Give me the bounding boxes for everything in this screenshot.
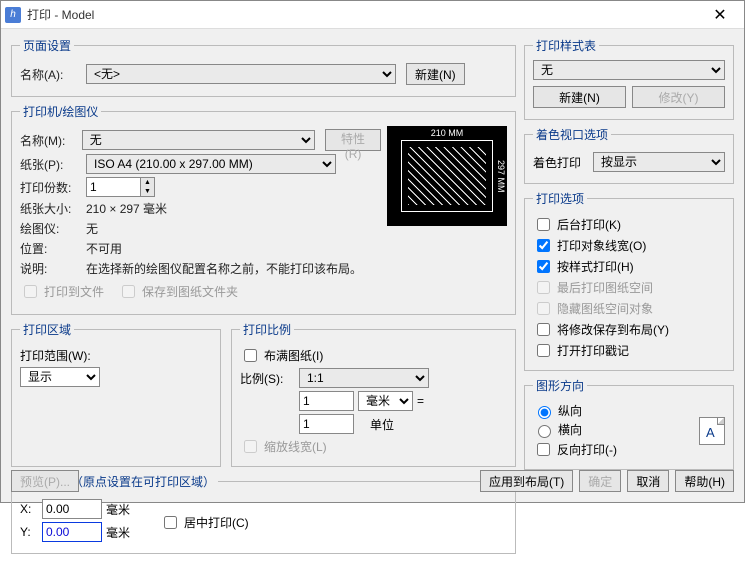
scale-group: 打印比例 布满图纸(I) 比例(S): 1:1 毫米 = <box>231 321 516 467</box>
pr-paper-select[interactable]: ISO A4 (210.00 x 297.00 MM) <box>86 154 336 174</box>
orient-reverse-check[interactable]: 反向打印(-) <box>533 440 617 459</box>
orient-group: 图形方向 纵向 横向 反向打印(-) A <box>524 377 734 470</box>
page-setup-legend: 页面设置 <box>20 37 74 54</box>
opt-save-layout-check[interactable]: 将修改保存到布局(Y) <box>533 320 725 339</box>
pr-name-select[interactable]: 无 <box>82 130 315 150</box>
scale-ratio-label: 比例(S): <box>240 370 295 387</box>
cancel-button[interactable]: 取消 <box>627 470 669 492</box>
style-select[interactable]: 无 <box>533 60 725 80</box>
spin-down-icon[interactable]: ▼ <box>141 187 154 196</box>
shade-label: 着色打印 <box>533 154 589 171</box>
offset-center-check[interactable]: 居中打印(C) <box>160 502 249 543</box>
pr-plotter-value: 无 <box>86 220 98 237</box>
paper-preview: 210 MM 297 MM <box>387 126 507 226</box>
scale-units-label: 单位 <box>370 416 394 433</box>
pr-tofile-check: 打印到文件 <box>20 282 104 301</box>
offset-y-input[interactable] <box>42 522 102 542</box>
pr-location-label: 位置: <box>20 240 82 257</box>
opt-background-check[interactable]: 后台打印(K) <box>533 215 725 234</box>
style-group: 打印样式表 无 新建(N) 修改(Y) <box>524 37 734 120</box>
printer-legend: 打印机/绘图仪 <box>20 103 101 120</box>
style-new-button[interactable]: 新建(N) <box>533 86 626 108</box>
offset-x-label: X: <box>20 502 38 516</box>
orient-legend: 图形方向 <box>533 377 587 394</box>
pr-savedwg-check: 保存到图纸文件夹 <box>118 282 238 301</box>
area-group: 打印区域 打印范围(W): 显示 <box>11 321 221 467</box>
orient-landscape-radio[interactable]: 横向 <box>533 421 617 438</box>
area-range-select[interactable]: 显示 <box>20 367 100 387</box>
preview-dim-top: 210 MM <box>401 128 493 138</box>
pr-plotter-label: 绘图仪: <box>20 220 82 237</box>
opt-stamp-check[interactable]: 打开打印戳记 <box>533 341 725 360</box>
preview-dim-right: 297 MM <box>496 140 506 212</box>
style-legend: 打印样式表 <box>533 37 599 54</box>
ps-new-button[interactable]: 新建(N) <box>406 63 465 85</box>
scale-unit-select[interactable]: 毫米 <box>358 391 413 411</box>
pr-paper-label: 纸张(P): <box>20 156 82 173</box>
pr-properties-button: 特性(R) <box>325 129 381 151</box>
scale-eq: = <box>417 394 424 408</box>
options-legend: 打印选项 <box>533 190 587 207</box>
scale-legend: 打印比例 <box>240 321 294 338</box>
offset-y-unit: 毫米 <box>106 524 130 541</box>
pr-size-value: 210 × 297 毫米 <box>86 200 167 217</box>
offset-x-unit: 毫米 <box>106 501 130 518</box>
ok-button: 确定 <box>579 470 621 492</box>
opt-lineweight-check[interactable]: 打印对象线宽(O) <box>533 236 725 255</box>
scale-num2-input[interactable] <box>299 414 354 434</box>
spin-up-icon[interactable]: ▲ <box>141 178 154 187</box>
offset-x-input[interactable] <box>42 499 102 519</box>
pr-copies-input[interactable] <box>86 177 141 197</box>
pr-copies-label: 打印份数: <box>20 179 82 196</box>
page-setup-group: 页面设置 名称(A): <无> 新建(N) <box>11 37 516 97</box>
pr-name-label: 名称(M): <box>20 132 78 149</box>
scale-fit-check[interactable]: 布满图纸(I) <box>240 346 507 365</box>
area-range-label: 打印范围(W): <box>20 347 91 364</box>
window-title: 打印 - Model <box>27 6 700 23</box>
shade-select[interactable]: 按显示 <box>593 152 725 172</box>
ps-name-select[interactable]: <无> <box>86 64 396 84</box>
shade-legend: 着色视口选项 <box>533 126 611 143</box>
pr-desc-label: 说明: <box>20 260 82 277</box>
orient-portrait-radio[interactable]: 纵向 <box>533 402 617 419</box>
help-button[interactable]: 帮助(H) <box>675 470 734 492</box>
scale-lw-check: 缩放线宽(L) <box>240 437 507 456</box>
preview-button: 预览(P)... <box>11 470 79 492</box>
shade-group: 着色视口选项 着色打印 按显示 <box>524 126 734 184</box>
area-legend: 打印区域 <box>20 321 74 338</box>
opt-hide-paperspace-check: 隐藏图纸空间对象 <box>533 299 725 318</box>
pr-location-value: 不可用 <box>86 240 122 257</box>
pr-desc-value: 在选择新的绘图仪配置名称之前，不能打印该布局。 <box>86 260 362 277</box>
ps-name-label: 名称(A): <box>20 66 82 83</box>
pr-size-label: 纸张大小: <box>20 200 82 217</box>
scale-ratio-select[interactable]: 1:1 <box>299 368 429 388</box>
scale-num1-input[interactable] <box>299 391 354 411</box>
app-icon: h <box>5 7 21 23</box>
opt-paperspace-last-check: 最后打印图纸空间 <box>533 278 725 297</box>
orientation-icon: A <box>699 417 725 445</box>
close-button[interactable]: ✕ <box>700 3 740 27</box>
offset-y-label: Y: <box>20 525 38 539</box>
opt-bystyle-check[interactable]: 按样式打印(H) <box>533 257 725 276</box>
pr-copies-spinner[interactable]: ▲▼ <box>86 177 155 197</box>
style-edit-button: 修改(Y) <box>632 86 725 108</box>
options-group: 打印选项 后台打印(K) 打印对象线宽(O) 按样式打印(H) 最后打印图纸空间… <box>524 190 734 371</box>
printer-group: 打印机/绘图仪 名称(M): 无 特性(R) 纸张(P): ISO A4 (21… <box>11 103 516 315</box>
apply-button[interactable]: 应用到布局(T) <box>480 470 573 492</box>
